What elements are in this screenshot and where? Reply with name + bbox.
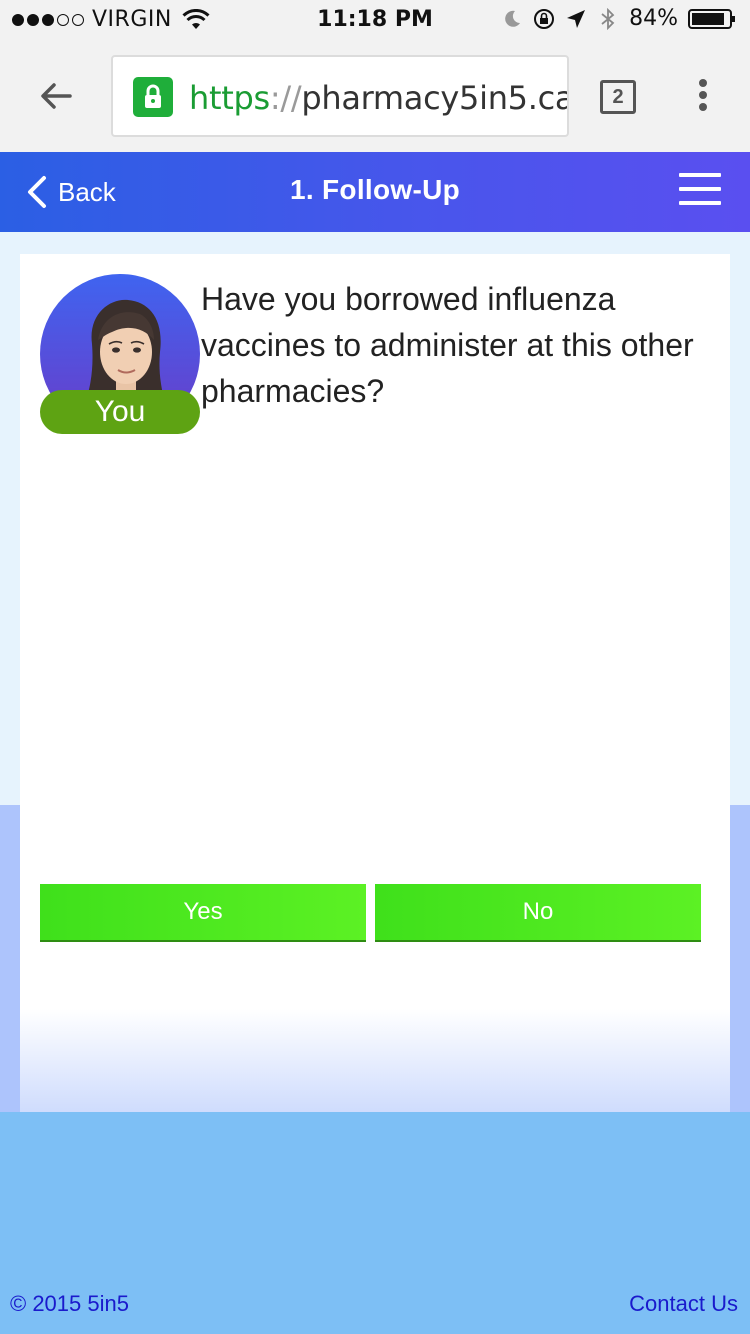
- tab-switcher-button[interactable]: 2: [600, 80, 636, 114]
- app-header: Back 1. Follow-Up: [0, 152, 750, 232]
- question-card: You Have you borrowed influenza vaccines…: [20, 254, 730, 1112]
- no-button[interactable]: No: [375, 884, 701, 942]
- browser-toolbar: https://pharmacy5in5.ca/a 2: [0, 40, 750, 152]
- contact-us-link[interactable]: Contact Us: [629, 1291, 738, 1317]
- battery-icon: [688, 8, 735, 29]
- speaker-label: You: [40, 390, 200, 434]
- url-separator: ://: [269, 79, 302, 117]
- url-host: pharmacy5in5.ca: [301, 79, 569, 117]
- status-right: 84%: [501, 6, 736, 31]
- yes-button[interactable]: Yes: [40, 884, 366, 942]
- speaker-avatar: You: [40, 274, 220, 434]
- url-scheme: https: [189, 79, 270, 117]
- battery-percent: 84%: [629, 6, 678, 31]
- url-text: https://pharmacy5in5.ca/a: [189, 79, 569, 117]
- copyright-text: © 2015 5in5: [10, 1291, 129, 1316]
- page-title: 1. Follow-Up: [289, 174, 461, 205]
- rotation-lock-icon: [534, 8, 555, 29]
- lock-icon: [133, 77, 173, 117]
- overflow-menu-icon[interactable]: [692, 76, 714, 116]
- back-arrow-icon[interactable]: [36, 76, 76, 116]
- location-arrow-icon: [567, 9, 586, 28]
- question-text: Have you borrowed influenza vaccines to …: [201, 281, 694, 409]
- address-bar[interactable]: https://pharmacy5in5.ca/a: [111, 55, 569, 137]
- status-bar: VIRGIN 11:18 PM 84%: [0, 0, 750, 40]
- bluetooth-icon: [601, 7, 615, 30]
- moon-icon: [505, 10, 521, 27]
- hamburger-menu-icon[interactable]: [679, 173, 721, 209]
